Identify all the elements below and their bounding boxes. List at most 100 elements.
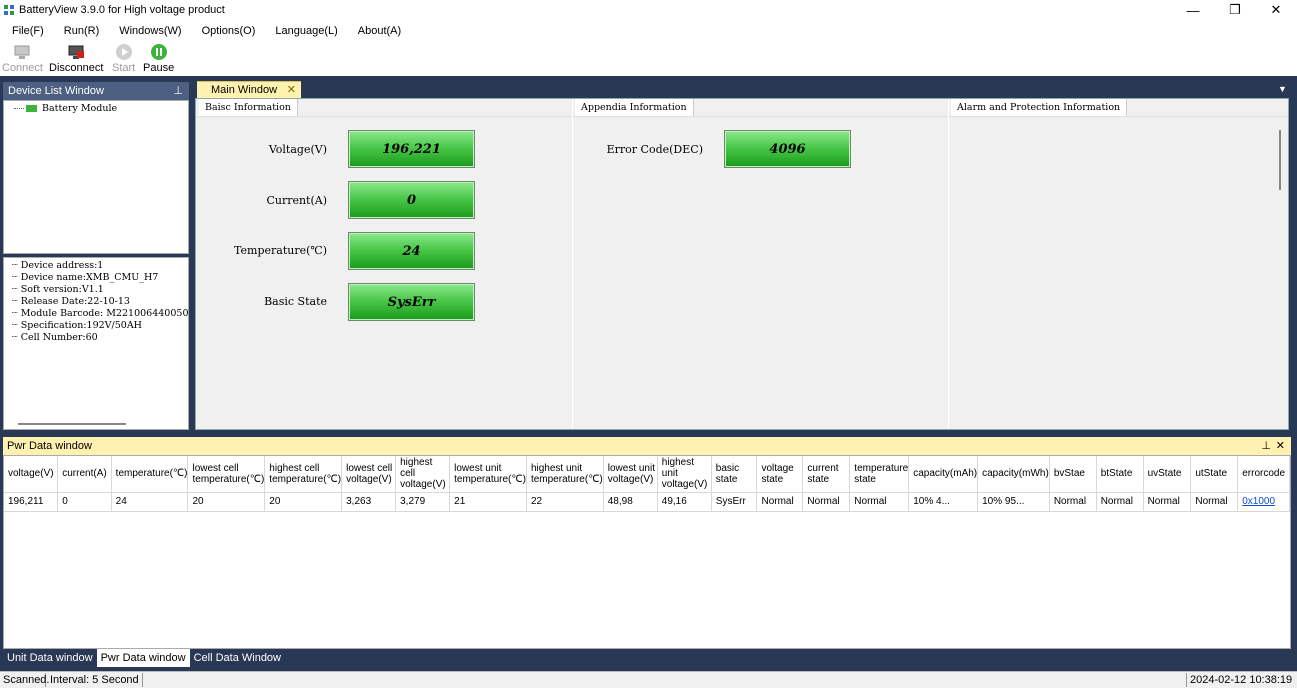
alarm-section: Alarm and Protection Information xyxy=(948,99,1288,429)
tab-main-window[interactable]: Main Window ✕ xyxy=(197,81,301,98)
table-cell: Normal xyxy=(802,492,851,512)
column-header[interactable]: capacity(mWh) xyxy=(977,456,1050,493)
menu-options[interactable]: Options(O) xyxy=(190,25,264,37)
temperature-label: Temperature(℃) xyxy=(234,244,327,257)
temperature-value: 24 xyxy=(348,232,475,270)
column-header[interactable]: temperature state xyxy=(849,456,910,493)
minimize-button[interactable]: — xyxy=(1173,0,1213,20)
table-header-row: voltage(V) current(A) temperature(℃) lowest… xyxy=(4,456,1290,493)
table-cell: 22 xyxy=(526,492,604,512)
column-header[interactable]: lowest unit voltage(V) xyxy=(603,456,658,493)
interval-status: Interval: 5 Second xyxy=(47,673,143,687)
table-cell: 20 xyxy=(187,492,266,512)
table-cell: 3,263 xyxy=(341,492,397,512)
table-cell: 24 xyxy=(111,492,189,512)
device-info-panel: ┈ Device address:1 ┈ Device name:XMB_CMU… xyxy=(3,257,189,430)
pin-icon[interactable]: ⊥ xyxy=(173,82,183,100)
module-barcode: ┈ Module Barcode: M221006440050068 xyxy=(12,308,189,319)
tab-unit-data-window[interactable]: Unit Data window xyxy=(3,649,97,667)
pwr-data-header: Pwr Data window ⊥ ✕ xyxy=(3,437,1291,455)
battery-icon xyxy=(26,105,37,112)
error-code-value: 4096 xyxy=(724,130,851,168)
disconnect-icon xyxy=(68,45,85,59)
table-cell: 21 xyxy=(449,492,527,512)
pause-icon xyxy=(150,44,167,60)
tree-item-battery-module[interactable]: Battery Module xyxy=(4,101,188,114)
connect-button[interactable]: Connect xyxy=(2,43,43,74)
column-header[interactable]: bvStae xyxy=(1049,456,1097,493)
disconnect-button[interactable]: Disconnect xyxy=(49,43,103,74)
connect-icon xyxy=(14,45,30,59)
column-header[interactable]: utState xyxy=(1190,456,1239,493)
table-cell[interactable]: 0x1000 xyxy=(1237,492,1290,512)
table-cell: Normal xyxy=(849,492,910,512)
table-cell: 3,279 xyxy=(395,492,451,512)
menu-language[interactable]: Language(L) xyxy=(263,25,345,37)
column-header[interactable]: errorcode xyxy=(1237,456,1290,493)
table-cell: Normal xyxy=(1096,492,1144,512)
restore-button[interactable]: ❐ xyxy=(1215,0,1255,20)
column-header[interactable]: highest unit temperature(℃) xyxy=(526,456,604,493)
pwr-data-grid: voltage(V) current(A) temperature(℃) lowest… xyxy=(3,455,1291,649)
table-cell: Normal xyxy=(1143,492,1192,512)
table-row[interactable]: 196,211 0 24 20 20 3,263 3,279 21 22 48,98 49,16 Sy… xyxy=(4,492,1290,512)
status-bar: Scanned. Interval: 5 Second 2024-02-12 1… xyxy=(0,671,1297,688)
menu-run[interactable]: Run(R) xyxy=(52,25,107,37)
pause-button[interactable]: Pause xyxy=(143,43,174,74)
vertical-scrollbar[interactable] xyxy=(1279,130,1281,190)
column-header[interactable]: highest cell voltage(V) xyxy=(395,456,451,493)
column-header[interactable]: basic state xyxy=(711,456,758,493)
column-header[interactable]: lowest cell temperature(℃) xyxy=(187,456,266,493)
column-header[interactable]: lowest unit temperature(℃) xyxy=(449,456,527,493)
menu-about[interactable]: About(A) xyxy=(346,25,409,37)
close-button[interactable]: ✕ xyxy=(1256,0,1296,20)
table-cell: 49,16 xyxy=(657,492,712,512)
release-date: ┈ Release Date:22-10-13 xyxy=(12,296,130,307)
column-header[interactable]: current(A) xyxy=(57,456,112,493)
column-header[interactable]: temperature(℃) xyxy=(111,456,189,493)
menu-file[interactable]: File(F) xyxy=(0,25,52,37)
column-header[interactable]: current state xyxy=(802,456,851,493)
column-header[interactable]: capacity(mAh) xyxy=(908,456,979,493)
column-header[interactable]: voltage(V) xyxy=(4,456,59,493)
cell-number: ┈ Cell Number:60 xyxy=(12,332,98,343)
table-cell: 196,211 xyxy=(4,492,59,512)
play-icon xyxy=(115,44,132,60)
device-list-header: Device List Window ⊥ xyxy=(3,82,189,100)
menu-bar: File(F) Run(R) Windows(W) Options(O) Lan… xyxy=(0,21,1297,41)
pin-icon[interactable]: ⊥ xyxy=(1261,437,1271,455)
table-cell: Normal xyxy=(1190,492,1239,512)
appendix-info-header: Appendia Information xyxy=(575,99,694,116)
basic-info-header: Baisc Information xyxy=(199,99,298,116)
datetime-status: 2024-02-12 10:38:19 xyxy=(1186,673,1296,687)
table-cell: 10% 4... xyxy=(908,492,979,512)
table-cell: 0 xyxy=(57,492,112,512)
close-tab-icon[interactable]: ✕ xyxy=(287,82,296,98)
basic-state-value: SysErr xyxy=(348,283,475,321)
column-header[interactable]: uvState xyxy=(1143,456,1192,493)
current-value: 0 xyxy=(348,181,475,219)
pwr-data-table: voltage(V) current(A) temperature(℃) lowest… xyxy=(4,456,1290,512)
device-address: ┈ Device address:1 xyxy=(12,260,104,271)
table-cell: SysErr xyxy=(711,492,758,512)
horizontal-scrollbar[interactable] xyxy=(18,423,126,425)
table-cell: 20 xyxy=(264,492,343,512)
table-cell: 10% 95... xyxy=(977,492,1050,512)
start-button[interactable]: Start xyxy=(112,43,135,74)
voltage-value: 196,221 xyxy=(348,130,475,168)
tab-dropdown-icon[interactable]: ▼ xyxy=(1278,84,1287,94)
column-header[interactable]: btState xyxy=(1096,456,1144,493)
basic-info-section: Baisc Information Voltage(V) 196,221 Cur… xyxy=(197,99,571,429)
bottom-tabs: Unit Data window Pwr Data window Cell Da… xyxy=(3,649,285,667)
column-header[interactable]: highest unit voltage(V) xyxy=(657,456,712,493)
basic-state-label: Basic State xyxy=(264,295,327,308)
tab-cell-data-window[interactable]: Cell Data Window xyxy=(190,649,285,667)
current-label: Current(A) xyxy=(266,194,327,207)
tab-pwr-data-window[interactable]: Pwr Data window xyxy=(96,649,190,667)
column-header[interactable]: highest cell temperature(℃) xyxy=(264,456,343,493)
menu-windows[interactable]: Windows(W) xyxy=(107,25,189,37)
column-header[interactable]: lowest cell voltage(V) xyxy=(341,456,397,493)
column-header[interactable]: voltage state xyxy=(756,456,804,493)
device-list-panel: Battery Module xyxy=(3,100,189,254)
close-icon[interactable]: ✕ xyxy=(1276,437,1285,455)
